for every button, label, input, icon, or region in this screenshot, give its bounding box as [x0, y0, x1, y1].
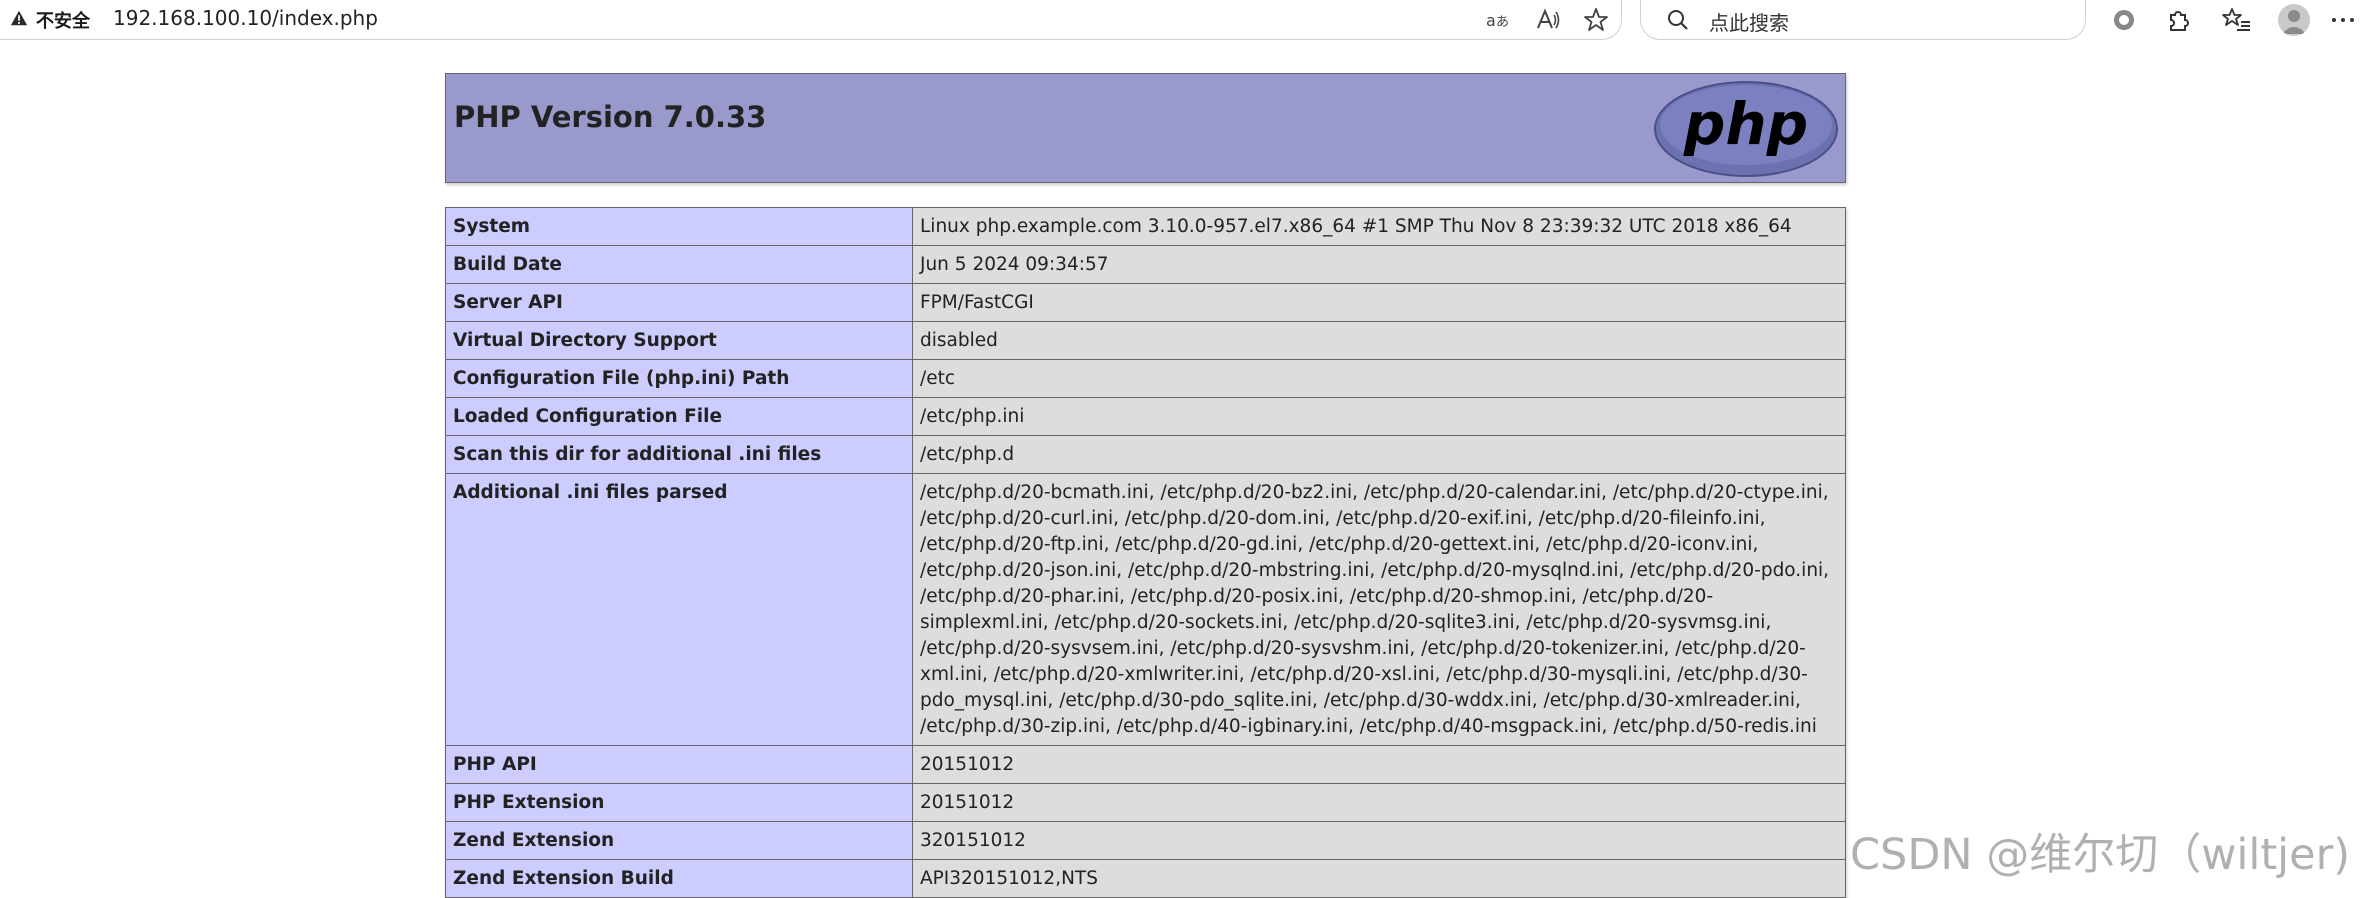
svg-text:あ: あ [1496, 15, 1509, 30]
row-key: PHP API [445, 745, 913, 784]
row-value: 20151012 [912, 783, 1846, 822]
row-value: /etc/php.d/20-bcmath.ini, /etc/php.d/20-… [912, 473, 1846, 746]
row-value: FPM/FastCGI [912, 283, 1846, 322]
address-bar[interactable]: 不安全 192.168.100.10/index.php a あ [0, 0, 1622, 40]
table-row: Loaded Configuration File /etc/php.ini [445, 397, 1846, 436]
table-row: PHP API 20151012 [445, 745, 1846, 784]
row-key: PHP Extension [445, 783, 913, 822]
row-value: 20151012 [912, 745, 1846, 784]
row-value: /etc/php.d [912, 435, 1846, 474]
table-row: Build Date Jun 5 2024 09:34:57 [445, 245, 1846, 284]
table-row: Zend Extension Build API320151012,NTS [445, 859, 1846, 898]
favorites-list-icon[interactable] [2222, 5, 2252, 35]
table-row: Server API FPM/FastCGI [445, 283, 1846, 322]
table-row: PHP Extension 20151012 [445, 783, 1846, 822]
page-title: PHP Version 7.0.33 [454, 100, 767, 134]
row-key: Loaded Configuration File [445, 397, 913, 436]
table-row: Additional .ini files parsed /etc/php.d/… [445, 473, 1846, 746]
row-value: /etc [912, 359, 1846, 398]
row-key: Scan this dir for additional .ini files [445, 435, 913, 474]
php-info-table: System Linux php.example.com 3.10.0-957.… [445, 207, 1846, 898]
table-row: Scan this dir for additional .ini files … [445, 435, 1846, 474]
search-box[interactable]: 点此搜索 [1640, 0, 2086, 40]
table-row: Virtual Directory Support disabled [445, 321, 1846, 360]
favorite-star-icon[interactable] [1582, 6, 1610, 34]
profile-avatar[interactable] [2278, 4, 2310, 36]
svg-text:php: php [1683, 90, 1808, 158]
row-value: Jun 5 2024 09:34:57 [912, 245, 1846, 284]
row-value: disabled [912, 321, 1846, 360]
row-key: Zend Extension Build [445, 859, 913, 898]
table-row: System Linux php.example.com 3.10.0-957.… [445, 207, 1846, 246]
row-key: Virtual Directory Support [445, 321, 913, 360]
warning-icon[interactable] [10, 9, 28, 27]
search-icon [1668, 10, 1688, 30]
extensions-puzzle-icon[interactable] [2163, 5, 2193, 35]
extension-circle-icon[interactable] [2109, 5, 2139, 35]
svg-text:a: a [1486, 11, 1496, 30]
row-key: Zend Extension [445, 821, 913, 860]
search-placeholder[interactable]: 点此搜索 [1709, 7, 1789, 36]
row-value: API320151012,NTS [912, 859, 1846, 898]
row-key: Configuration File (php.ini) Path [445, 359, 913, 398]
row-value: Linux php.example.com 3.10.0-957.el7.x86… [912, 207, 1846, 246]
more-options-icon[interactable] [2328, 5, 2358, 35]
row-key: Server API [445, 283, 913, 322]
security-label[interactable]: 不安全 [36, 7, 90, 33]
row-value: /etc/php.ini [912, 397, 1846, 436]
user-icon [2282, 10, 2306, 34]
php-version-header: PHP Version 7.0.33 php [445, 73, 1846, 183]
row-key: Additional .ini files parsed [445, 473, 913, 746]
row-key: System [445, 207, 913, 246]
browser-toolbar: 不安全 192.168.100.10/index.php a あ 点此搜索 [0, 0, 2379, 40]
read-aloud-icon[interactable] [1534, 6, 1562, 34]
translate-icon[interactable]: a あ [1484, 6, 1512, 34]
csdn-watermark: CSDN @维尔切（wiltjer) [1850, 830, 2351, 880]
php-logo[interactable]: php [1653, 80, 1839, 178]
table-row: Configuration File (php.ini) Path /etc [445, 359, 1846, 398]
url-text[interactable]: 192.168.100.10/index.php [113, 6, 378, 30]
row-value: 320151012 [912, 821, 1846, 860]
table-row: Zend Extension 320151012 [445, 821, 1846, 860]
row-key: Build Date [445, 245, 913, 284]
